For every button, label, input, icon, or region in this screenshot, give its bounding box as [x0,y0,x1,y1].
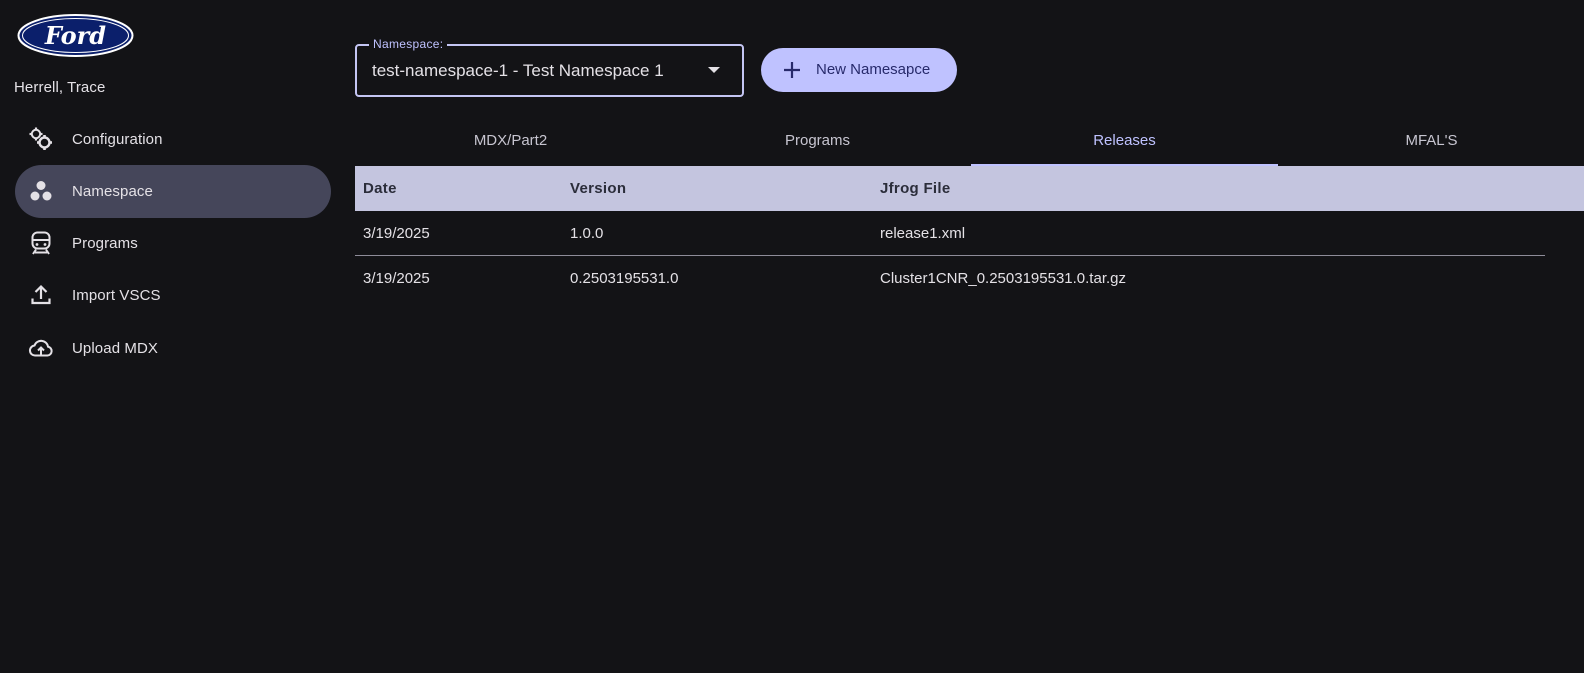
gears-icon [28,126,54,152]
cell-version: 0.2503195531.0 [570,270,679,287]
sidebar-item-label: Import VSCS [72,287,161,304]
tab-mfals[interactable]: MFAL'S [1278,115,1584,166]
new-namespace-button[interactable]: New Namesapce [761,48,957,92]
tab-label: MFAL'S [1405,132,1458,149]
sidebar-item-import-vscs[interactable]: Import VSCS [15,269,331,322]
column-header-date[interactable]: Date [363,180,397,197]
cell-jfrog-file: Cluster1CNR_0.2503195531.0.tar.gz [880,270,1126,287]
ford-logo[interactable]: Ford [17,14,134,57]
upload-icon [28,282,54,308]
cell-date: 3/19/2025 [363,270,430,287]
sidebar-item-label: Upload MDX [72,340,159,357]
table-header: Date Version Jfrog File [355,166,1584,211]
tab-label: Programs [784,132,851,149]
user-name: Herrell, Trace [14,79,106,96]
namespace-select-label: Namespace: [369,37,448,51]
tab-label: Releases [1093,132,1156,149]
sidebar-item-configuration[interactable]: Configuration [15,113,331,166]
sidebar-item-programs[interactable]: Programs [15,217,331,270]
sidebar-item-label: Namespace [72,183,153,200]
sidebar-item-namespace[interactable]: Namespace [15,165,331,218]
table-row[interactable]: 3/19/2025 1.0.0 release1.xml [355,211,1545,256]
sidebar: Ford Herrell, Trace Configuration Namesp… [0,0,340,673]
tab-bar: MDX/Part2 Programs Releases MFAL'S [357,115,1584,166]
sidebar-item-label: Programs [72,235,138,252]
releases-table: Date Version Jfrog File 3/19/2025 1.0.0 … [355,166,1584,301]
cell-jfrog-file: release1.xml [880,225,966,242]
tab-label: MDX/Part2 [473,132,548,149]
tab-mdx-part2[interactable]: MDX/Part2 [357,115,664,166]
namespace-select[interactable]: Namespace: test-namespace-1 - Test Names… [355,37,744,97]
cloud-upload-icon [28,335,54,361]
cell-version: 1.0.0 [570,225,604,242]
plus-icon [784,62,800,78]
caret-down-icon [708,67,720,73]
namespace-select-value: test-namespace-1 - Test Namespace 1 [372,61,664,80]
tab-releases[interactable]: Releases [971,115,1278,166]
column-header-jfrog-file[interactable]: Jfrog File [880,180,951,197]
train-icon [28,230,54,256]
column-header-version[interactable]: Version [570,180,626,197]
table-row[interactable]: 3/19/2025 0.2503195531.0 Cluster1CNR_0.2… [355,256,1545,301]
sidebar-item-label: Configuration [72,131,163,148]
new-namespace-button-label: New Namesapce [816,61,931,78]
sidebar-item-upload-mdx[interactable]: Upload MDX [15,322,331,375]
cell-date: 3/19/2025 [363,225,430,242]
svg-text:Ford: Ford [44,21,106,50]
tab-programs[interactable]: Programs [664,115,971,166]
workspaces-icon [28,178,54,204]
